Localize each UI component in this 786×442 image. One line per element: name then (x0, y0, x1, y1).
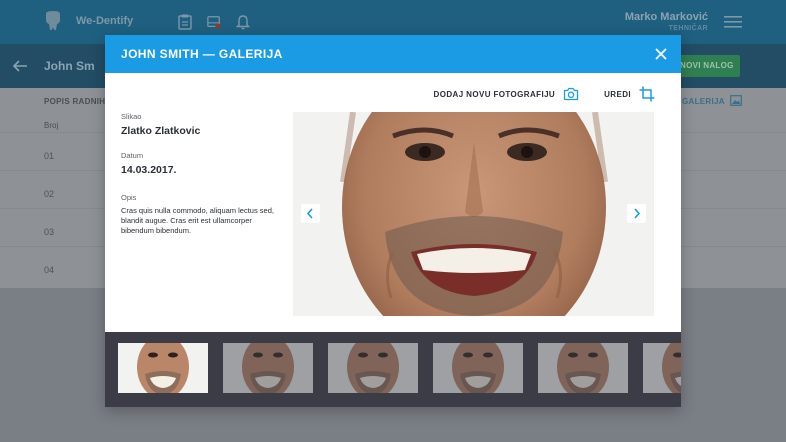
table-row[interactable]: 01 (44, 151, 54, 161)
table-row[interactable]: 03 (44, 227, 54, 237)
list-label: POPIS RADNIH (44, 97, 106, 106)
thumbnail[interactable] (223, 343, 313, 393)
menu-icon[interactable] (724, 16, 742, 28)
add-photo-button[interactable]: DODAJ NOVU FOTOGRAFIJU (434, 86, 580, 102)
user-name[interactable]: Marko Marković (625, 11, 708, 23)
previous-photo-button[interactable] (301, 204, 320, 223)
thumbnail-strip (105, 332, 681, 407)
modal-header: JOHN SMITH — GALERIJA (105, 35, 681, 73)
edit-label: UREDI (604, 89, 631, 99)
gallery-icon[interactable] (730, 95, 742, 106)
modal-title: JOHN SMITH — GALERIJA (121, 47, 283, 61)
crop-icon (639, 86, 655, 102)
description-label: Opis (121, 193, 137, 202)
photo-description: Cras quis nulla commodo, aliquam lectus … (121, 206, 274, 235)
photographer-label: Slikao (121, 112, 142, 121)
logo-icon (46, 11, 60, 31)
close-icon[interactable] (651, 44, 671, 64)
date-label: Datum (121, 151, 144, 160)
photographer-name: Zlatko Zlatkovic (121, 125, 201, 137)
clipboard-icon[interactable] (178, 14, 192, 30)
table-row[interactable]: 02 (44, 189, 54, 199)
gallery-link[interactable]: GALERIJA (682, 97, 725, 106)
new-order-button[interactable]: NOVI NALOG (674, 55, 740, 77)
gallery-modal: JOHN SMITH — GALERIJA DODAJ NOVU FOTOGRA… (105, 35, 681, 407)
thumbnail[interactable] (433, 343, 523, 393)
inbox-icon[interactable] (207, 14, 221, 30)
back-arrow-icon[interactable] (12, 58, 28, 74)
page-title: John Sm (44, 59, 95, 73)
photo-date: 14.03.2017. (121, 164, 177, 176)
app-name: We-Dentify (76, 15, 134, 27)
main-photo[interactable] (293, 112, 654, 316)
user-role: TEHNIČAR (668, 25, 708, 32)
photo-details: Slikao Zlatko Zlatkovic Datum 14.03.2017… (121, 112, 281, 236)
chevron-right-icon (634, 208, 641, 219)
chevron-left-icon (306, 208, 313, 219)
thumbnail[interactable] (538, 343, 628, 393)
thumbnail[interactable] (643, 343, 681, 393)
add-photo-label: DODAJ NOVU FOTOGRAFIJU (433, 89, 556, 99)
bell-icon[interactable] (236, 14, 250, 30)
camera-icon (563, 87, 579, 101)
smiling-man-photo (293, 112, 654, 316)
thumbnail[interactable] (118, 343, 208, 393)
next-photo-button[interactable] (627, 204, 646, 223)
thumbnail[interactable] (328, 343, 418, 393)
table-row[interactable]: 04 (44, 265, 54, 275)
column-header-number: Broj (44, 121, 59, 130)
edit-button[interactable]: UREDI (604, 86, 655, 102)
gallery-actions: DODAJ NOVU FOTOGRAFIJU UREDI (434, 85, 655, 103)
